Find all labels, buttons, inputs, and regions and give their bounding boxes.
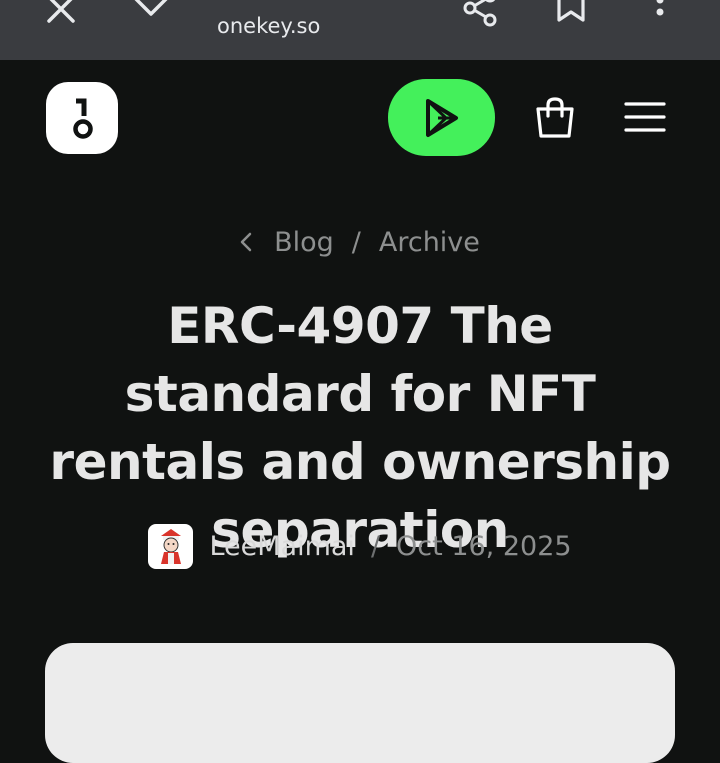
shopping-bag-icon[interactable]: [533, 96, 577, 140]
publish-date: Oct 16, 2025: [396, 530, 572, 562]
onekey-logo[interactable]: [46, 82, 118, 154]
breadcrumb-archive-link[interactable]: Archive: [379, 227, 480, 258]
article-meta: LeeMaimai / Oct 16, 2025: [0, 523, 720, 569]
meta-separator: /: [370, 530, 381, 562]
breadcrumb: Blog / Archive: [0, 222, 720, 262]
google-play-icon: [425, 98, 458, 137]
hamburger-menu-icon[interactable]: [624, 100, 666, 134]
breadcrumb-blog-link[interactable]: Blog: [274, 227, 334, 258]
url-text[interactable]: onekey.so: [217, 14, 320, 38]
share-icon[interactable]: [460, 0, 502, 28]
bookmark-icon[interactable]: [556, 0, 586, 24]
avatar-image: [160, 529, 181, 564]
close-icon[interactable]: [44, 0, 78, 26]
breadcrumb-separator: /: [351, 226, 361, 258]
browser-toolbar: onekey.so: [0, 0, 720, 60]
chevron-down-icon[interactable]: [132, 0, 170, 20]
google-play-button[interactable]: [388, 79, 495, 156]
onekey-logo-icon: [73, 98, 93, 139]
hero-image: [45, 643, 675, 763]
avatar[interactable]: [148, 523, 194, 569]
author-name[interactable]: LeeMaimai: [209, 531, 354, 562]
more-vert-icon[interactable]: [652, 0, 668, 24]
chevron-left-icon[interactable]: [240, 232, 252, 252]
